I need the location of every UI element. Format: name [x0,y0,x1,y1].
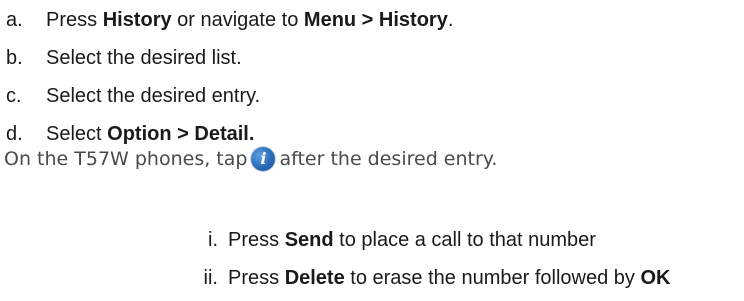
step-marker: b. [6,47,23,69]
step-marker: c. [6,85,22,107]
step-text: Press [46,9,103,31]
step-a: a. Press History or navigate to Menu > Hi… [6,8,453,32]
step-b: b. Select the desired list. [6,46,242,70]
step-bold: Option > Detail. [107,123,255,145]
substep-bold: Delete [284,267,345,289]
step-text: Select the desired list. [46,47,242,69]
step-text: Select the desired entry. [46,85,261,107]
step-marker: d. [6,123,23,145]
step-d: d. Select Option > Detail. [6,122,254,146]
substep-text: Press [228,229,285,251]
substep-marker: i. [208,229,218,251]
substep-text: Press [228,267,285,289]
phone-note: On the T57W phones, tap i after the desire… [4,147,497,171]
substep-text: to erase the number followed by [344,267,641,289]
step-text: Select [46,123,108,145]
note-text-after: after the desired entry. [279,148,498,170]
info-icon-glyph: i [260,149,267,168]
step-bold: History [102,9,172,31]
step-bold: Menu > History [303,9,448,31]
step-text: . [447,9,454,31]
substep-i: i. Press Send to place a call to that num… [188,228,596,252]
document-page: a. Press History or navigate to Menu > Hi… [0,0,744,301]
step-marker: a. [6,9,23,31]
step-c: c. Select the desired entry. [6,84,260,108]
substep-marker: ii. [203,267,218,289]
substep-bold: OK [640,267,671,289]
substep-text: to place a call to that number [333,229,596,251]
note-text-before: On the T57W phones, tap [4,148,248,170]
step-text: or navigate to [171,9,304,31]
substep-ii: ii. Press Delete to erase the number foll… [188,266,671,290]
info-icon: i [251,147,276,171]
substep-bold: Send [284,229,334,251]
